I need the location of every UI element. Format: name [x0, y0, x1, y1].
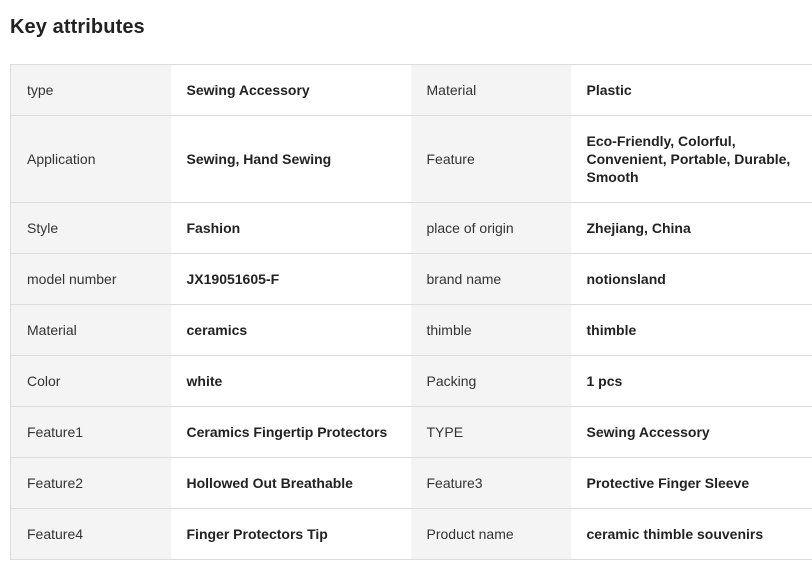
attribute-value: Sewing Accessory: [170, 64, 411, 116]
attribute-key: Feature1: [10, 406, 171, 458]
attribute-key: TYPE: [410, 406, 571, 458]
attribute-key: type: [10, 64, 171, 116]
attribute-value: Finger Protectors Tip: [170, 508, 411, 560]
table-row: Material ceramics thimble thimble: [10, 304, 812, 356]
table-row: Application Sewing, Hand Sewing Feature …: [10, 115, 812, 203]
attribute-value: Protective Finger Sleeve: [570, 457, 812, 509]
attribute-key: Feature4: [10, 508, 171, 560]
attribute-value: JX19051605-F: [170, 253, 411, 305]
attribute-value: Sewing Accessory: [570, 406, 812, 458]
attribute-key: Feature2: [10, 457, 171, 509]
table-row: Feature2 Hollowed Out Breathable Feature…: [10, 457, 812, 509]
attribute-value: white: [170, 355, 411, 407]
table-row: type Sewing Accessory Material Plastic: [10, 64, 812, 116]
attribute-key: Material: [10, 304, 171, 356]
attribute-key: Product name: [410, 508, 571, 560]
attribute-value: Fashion: [170, 202, 411, 254]
attribute-value: Sewing, Hand Sewing: [170, 115, 411, 203]
attribute-key: model number: [10, 253, 171, 305]
attribute-value: 1 pcs: [570, 355, 812, 407]
table-row: Style Fashion place of origin Zhejiang, …: [10, 202, 812, 254]
attribute-key: Material: [410, 64, 571, 116]
attribute-value: Ceramics Fingertip Protectors: [170, 406, 411, 458]
attribute-key: Feature: [410, 115, 571, 203]
attribute-key: Style: [10, 202, 171, 254]
attribute-value: Hollowed Out Breathable: [170, 457, 411, 509]
attribute-key: Packing: [410, 355, 571, 407]
attribute-value: ceramic thimble souvenirs: [570, 508, 812, 560]
attribute-value: notionsland: [570, 253, 812, 305]
attribute-value: Zhejiang, China: [570, 202, 812, 254]
attribute-key: Feature3: [410, 457, 571, 509]
attribute-key: Application: [10, 115, 171, 203]
attribute-value: Plastic: [570, 64, 812, 116]
table-row: Feature4 Finger Protectors Tip Product n…: [10, 508, 812, 560]
attribute-value: Eco-Friendly, Colorful, Convenient, Port…: [570, 115, 812, 203]
attribute-key: place of origin: [410, 202, 571, 254]
attribute-key: Color: [10, 355, 171, 407]
key-attributes-section: Key attributes type Sewing Accessory Mat…: [0, 0, 812, 564]
attribute-key: thimble: [410, 304, 571, 356]
attribute-value: ceramics: [170, 304, 411, 356]
table-row: model number JX19051605-F brand name not…: [10, 253, 812, 305]
section-title: Key attributes: [10, 16, 145, 38]
table-row: Color white Packing 1 pcs: [10, 355, 812, 407]
table-row: Feature1 Ceramics Fingertip Protectors T…: [10, 406, 812, 458]
attribute-value: thimble: [570, 304, 812, 356]
attribute-key: brand name: [410, 253, 571, 305]
attributes-table: type Sewing Accessory Material Plastic A…: [10, 64, 812, 560]
